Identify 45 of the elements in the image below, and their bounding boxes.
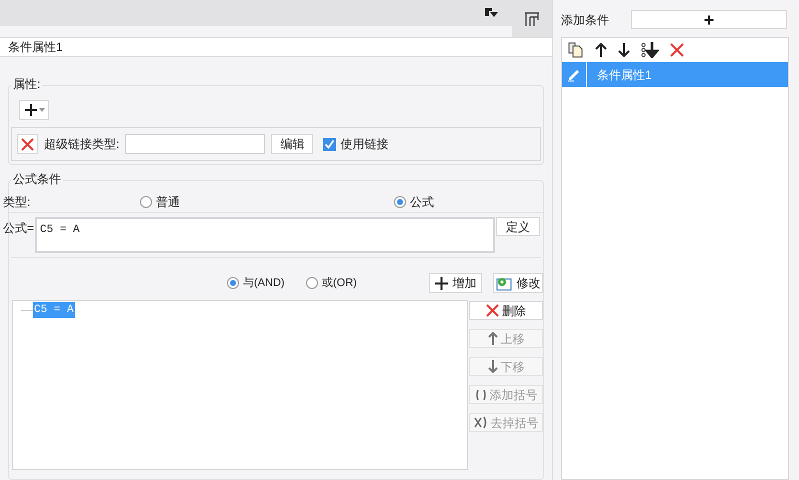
modify-button[interactable]: 修改 (493, 273, 543, 293)
section-legend: 公式条件 (11, 171, 63, 187)
radio-label: 与(AND) (243, 276, 285, 291)
plus-icon (24, 103, 38, 117)
checkbox[interactable] (323, 138, 336, 150)
add-button[interactable]: 增加 (429, 273, 482, 293)
arrow-up-icon[interactable] (595, 43, 607, 57)
table-icon[interactable] (524, 10, 540, 26)
input-field[interactable] (125, 134, 266, 154)
pencil-icon (567, 68, 581, 82)
field-label: 类型: (3, 194, 32, 210)
panel-title: 条件属性1 (8, 39, 63, 56)
item-label: 条件属性1 (597, 66, 652, 84)
radio-label: 或(OR) (322, 276, 357, 291)
define-button[interactable]: 定义 (496, 217, 540, 236)
radio-button[interactable] (394, 196, 406, 208)
arrow-down-icon (488, 360, 498, 373)
edit-button[interactable]: 编辑 (271, 134, 314, 154)
add-dropdown-button[interactable] (19, 100, 49, 120)
copy-icon[interactable] (568, 42, 584, 58)
delete-button[interactable]: 删除 (469, 301, 543, 320)
radio-button[interactable] (306, 277, 318, 289)
field-label: 公式= (3, 220, 34, 237)
close-icon (486, 304, 499, 317)
radio-button[interactable] (227, 277, 239, 289)
radio-label: 公式 (410, 194, 434, 210)
radio-button[interactable] (140, 196, 152, 208)
add-condition-button[interactable]: + (631, 10, 787, 29)
parentheses-icon (474, 388, 486, 400)
remove-parentheses-icon (474, 416, 488, 429)
radio-label: 普通 (156, 194, 180, 210)
section-legend: 属性: (11, 76, 42, 92)
arrow-up-icon (488, 332, 498, 345)
field-label: 超级链接类型: (44, 136, 120, 153)
close-icon[interactable] (670, 43, 684, 57)
formula-field[interactable]: C5 = A (35, 217, 496, 253)
caret-icon (38, 108, 44, 112)
checkbox-label: 使用链接 (340, 136, 388, 153)
arrow-down-icon[interactable] (618, 43, 630, 57)
close-icon (21, 138, 34, 150)
dropdown-icon[interactable] (484, 7, 498, 19)
move-bottom-icon[interactable] (641, 42, 659, 58)
delete-button[interactable] (17, 134, 38, 154)
plus-icon (434, 276, 448, 290)
add-condition-label: 添加条件 (561, 12, 610, 28)
